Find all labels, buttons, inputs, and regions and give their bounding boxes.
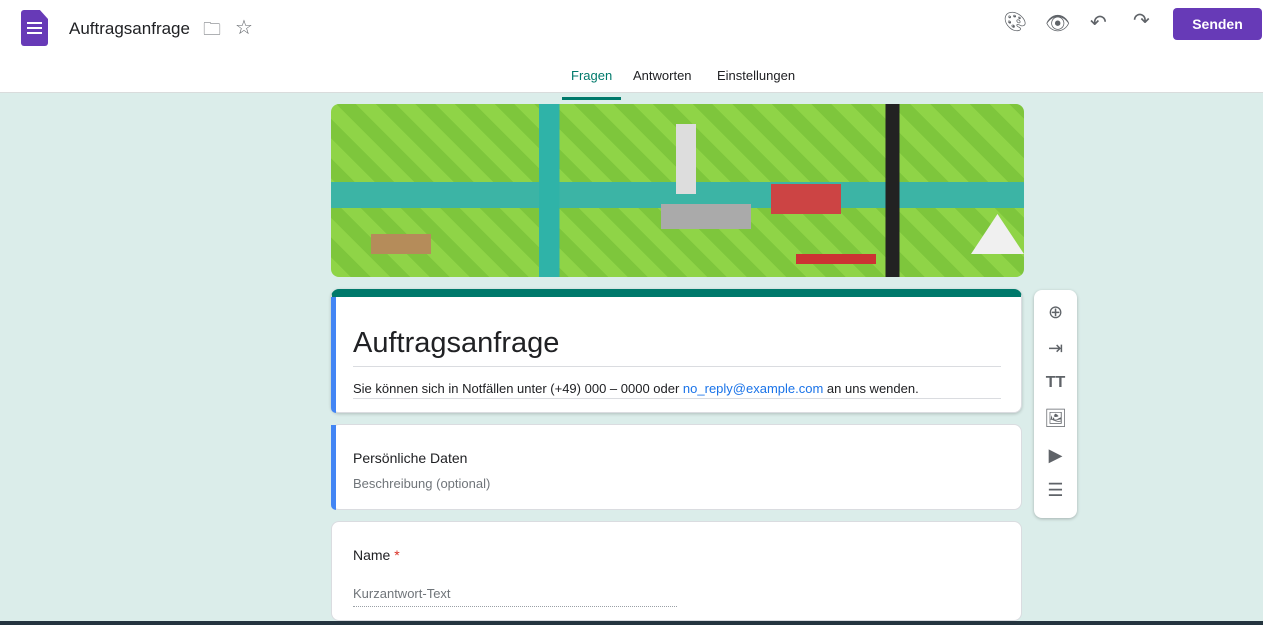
preview-eye-icon[interactable]: 👁︎ (1045, 11, 1070, 36)
top-bar: Auftragsanfrage 🗀 ☆ 🎨︎ 👁︎ ↶ ↷ Senden Fra… (0, 0, 1263, 100)
question-card: Name * Kurzantwort-Text (331, 521, 1022, 621)
add-title-icon[interactable]: TT (1034, 374, 1077, 392)
question-toolbar: ⊕ ⇥ TT 🖼︎ ▶ ☰ (1034, 290, 1077, 518)
undo-icon[interactable]: ↶ (1090, 10, 1107, 35)
add-question-icon[interactable]: ⊕ (1034, 302, 1077, 323)
tab-questions[interactable]: Fragen (562, 68, 622, 100)
section-description[interactable]: Beschreibung (optional) (353, 476, 490, 491)
redo-icon[interactable]: ↷ (1133, 8, 1150, 33)
document-title[interactable]: Auftragsanfrage (69, 19, 190, 39)
required-mark: * (394, 547, 400, 563)
section-title[interactable]: Persönliche Daten (353, 450, 467, 466)
folder-icon[interactable]: 🗀 (203, 17, 221, 47)
add-image-icon[interactable]: 🖼︎ (1034, 408, 1077, 429)
taskbar (0, 621, 1263, 625)
question-label: Name * (353, 547, 400, 563)
tab-settings[interactable]: Einstellungen (717, 68, 795, 97)
star-icon[interactable]: ☆ (235, 15, 253, 40)
short-answer-field: Kurzantwort-Text (353, 586, 677, 607)
header-image (331, 104, 1024, 277)
email-link[interactable]: no_reply@example.com (683, 381, 823, 396)
forms-logo-icon[interactable] (21, 10, 48, 46)
palette-icon[interactable]: 🎨︎ (1003, 10, 1027, 34)
add-section-icon[interactable]: ☰ (1034, 480, 1077, 501)
form-header-card: Auftragsanfrage Sie können sich in Notfä… (331, 289, 1022, 413)
form-description[interactable]: Sie können sich in Notfällen unter (+49)… (353, 381, 1001, 399)
send-button[interactable]: Senden (1173, 8, 1262, 40)
form-title[interactable]: Auftragsanfrage (353, 327, 1001, 367)
import-questions-icon[interactable]: ⇥ (1034, 338, 1077, 359)
section-card: Persönliche Daten Beschreibung (optional… (331, 424, 1022, 510)
tab-responses[interactable]: Antworten (633, 68, 692, 97)
add-video-icon[interactable]: ▶ (1034, 445, 1077, 466)
